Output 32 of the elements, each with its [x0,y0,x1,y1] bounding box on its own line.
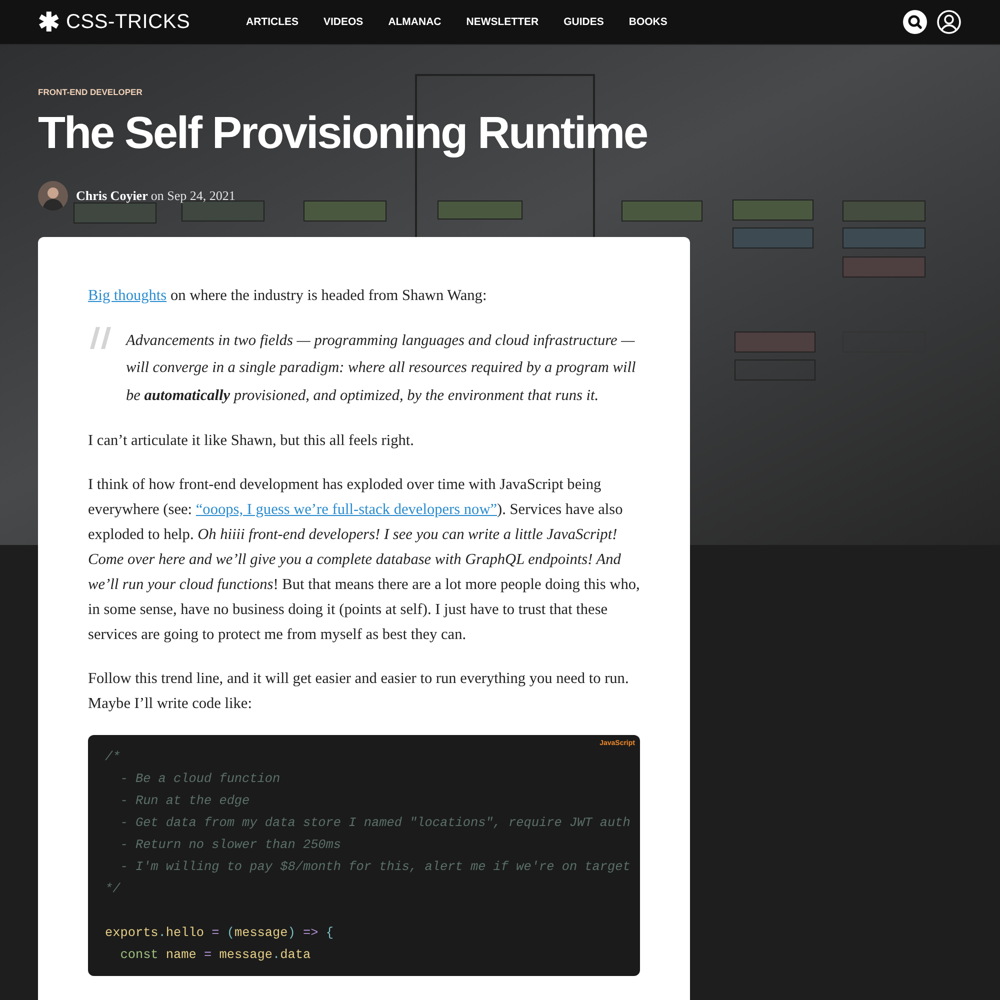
category-label[interactable]: FRONT-END DEVELOPER [38,87,962,97]
paragraph: I think of how front-end development has exploded over time with JavaScript being everywhere (see: “ooops, I guess we’re full-stack developers now”). Services have also exploded to help. Oh hiiii front-end developers! I see you can write a little JavaScript! Come over here and we’ll give you a complete database with GraphQL endpoints! And we’ll run your cloud functions! But that means there are a lot more people doing this who, in some sense, have no business doing it (points at self). I just have to trust that these services are going to protect me from myself as best they can. [88,474,640,645]
post-date: on Sep 24, 2021 [150,188,236,204]
logo-mark[interactable]: ✱ [38,9,60,35]
code-line: - Run at the edge [119,792,251,810]
code-line: - Return no slower than 250ms [119,836,342,854]
user-icon[interactable] [937,10,961,34]
code-line: - Be a cloud function [119,770,282,788]
search-icon[interactable] [903,10,927,34]
nav-link[interactable]: ARTICLES [246,16,298,28]
code-line: exports.hello = (message) => { [105,924,334,942]
nav-link[interactable]: NEWSLETTER [466,16,539,28]
logo-text[interactable]: CSS-TRICKS [66,10,190,34]
avatar-icon [38,181,68,211]
nav-link[interactable]: GUIDES [564,16,604,28]
code-line: const name = message.data [119,946,312,964]
quote-icon [88,327,112,349]
text-link[interactable]: “ooops, I guess we’re full-stack developers now” [196,500,498,518]
paragraph: Big thoughts on where the industry is headed from Shawn Wang: [88,286,488,306]
code-line: - Get data from my data store I named "locations", require JWT auth [119,814,632,832]
code-line: /* [105,748,122,766]
nav-link[interactable]: BOOKS [628,16,668,28]
nav-link[interactable]: VIDEOS [324,16,364,28]
paragraph: Follow this trend line, and it will get easier and easier to run everything you need to run. Maybe I’ll write code like: [88,668,630,714]
code-line: */ [105,880,122,898]
text-link[interactable]: Big thoughts [88,287,167,304]
quote-text: Advancements in two fields — programming languages and cloud infrastructure — will converge in a single paradigm: where all resources required by a program will be automatically provisioned, and optimized, by the environment that runs it. [126,331,637,406]
code-line: - I'm willing to pay $8/month for this, alert me if we're on target [119,858,632,876]
nav-link[interactable]: ALMANAC [388,16,442,28]
author-name[interactable]: Chris Coyier [76,188,148,204]
article-title: The Self Provisioning Runtime [38,106,648,160]
paragraph: I can’t articulate it like Shawn, but this all feels right. [88,430,415,451]
